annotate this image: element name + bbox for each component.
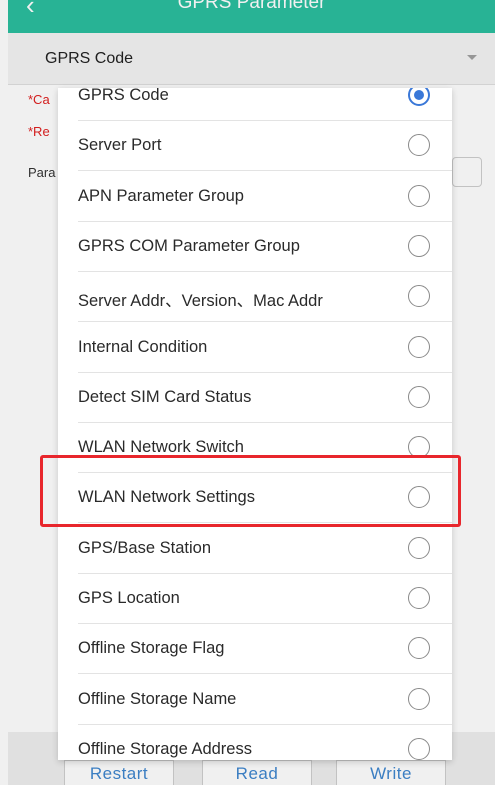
option-item[interactable]: APN Parameter Group	[58, 172, 452, 222]
option-label: Offline Storage Address	[78, 739, 252, 758]
option-item[interactable]: Server Port	[58, 121, 452, 172]
radio-unselected-icon[interactable]	[408, 436, 430, 459]
option-label: WLAN Network Switch	[78, 438, 244, 457]
radio-unselected-icon[interactable]	[408, 234, 430, 257]
radio-unselected-icon[interactable]	[408, 184, 430, 207]
option-item[interactable]: GPS Location	[58, 574, 452, 624]
option-item[interactable]: GPRS Code	[58, 88, 452, 121]
option-item[interactable]: Offline Storage Flag	[58, 624, 452, 675]
radio-unselected-icon[interactable]	[408, 737, 430, 760]
option-label: Server Port	[78, 136, 162, 155]
option-item[interactable]: Detect SIM Card Status	[58, 373, 452, 423]
option-label: Internal Condition	[78, 337, 208, 356]
option-item[interactable]: GPS/Base Station	[58, 524, 452, 574]
radio-unselected-icon[interactable]	[408, 536, 430, 559]
option-label: GPRS Code	[78, 88, 169, 104]
radio-unselected-icon[interactable]	[408, 335, 430, 358]
option-label: WLAN Network Settings	[78, 488, 255, 507]
option-label: GPS Location	[78, 589, 180, 607]
radio-unselected-icon[interactable]	[408, 486, 430, 509]
option-item[interactable]: GPRS COM Parameter Group	[58, 222, 452, 272]
option-item[interactable]: Offline Storage Name	[58, 675, 452, 725]
app-screen: ‹ GPRS Parameter GPRS Code *Ca *Re Para …	[0, 0, 495, 785]
option-label: GPRS COM Parameter Group	[78, 236, 300, 255]
option-item[interactable]: Offline Storage Address	[58, 725, 452, 760]
radio-unselected-icon[interactable]	[408, 637, 430, 660]
option-item[interactable]: Server Addr、Version、Mac Addr	[58, 272, 452, 323]
dropdown-option-list: GPRS Code Server Port APN Parameter Group G…	[58, 88, 452, 760]
option-label: Detect SIM Card Status	[78, 387, 252, 406]
option-label: Offline Storage Name	[78, 689, 237, 708]
radio-unselected-icon[interactable]	[408, 385, 430, 408]
option-label: Offline Storage Flag	[78, 639, 225, 658]
radio-unselected-icon[interactable]	[408, 285, 430, 308]
option-label: APN Parameter Group	[78, 186, 244, 205]
radio-unselected-icon[interactable]	[408, 687, 430, 710]
radio-unselected-icon[interactable]	[408, 587, 430, 609]
option-item[interactable]: WLAN Network Switch	[58, 423, 452, 474]
option-label: Server Addr、Version、Mac Addr	[78, 292, 323, 311]
radio-selected-icon[interactable]	[408, 88, 430, 106]
radio-unselected-icon[interactable]	[408, 134, 430, 157]
option-label: GPS/Base Station	[78, 538, 211, 557]
option-item[interactable]: Internal Condition	[58, 323, 452, 373]
option-item[interactable]: WLAN Network Settings	[58, 473, 452, 524]
